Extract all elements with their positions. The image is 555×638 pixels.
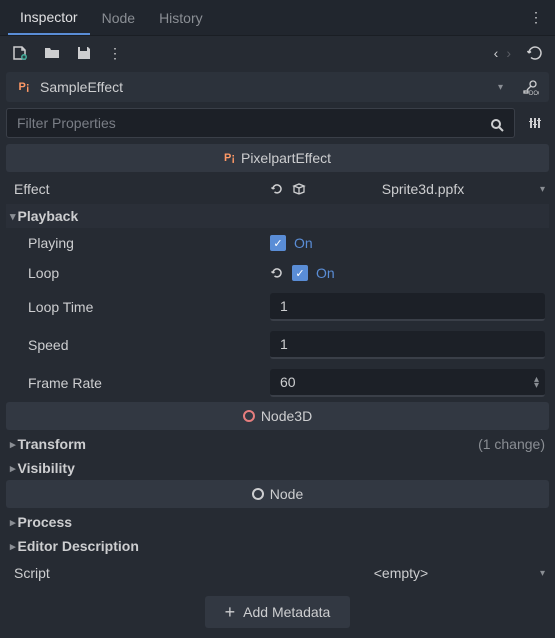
- effect-label: Effect: [10, 181, 270, 197]
- chevron-right-icon: ▸: [10, 516, 16, 529]
- revert-icon[interactable]: [270, 266, 284, 280]
- open-folder-icon[interactable]: [44, 45, 60, 61]
- tab-bar: Inspector Node History ⋮: [0, 0, 555, 36]
- tab-history[interactable]: History: [147, 2, 215, 34]
- tab-inspector[interactable]: Inspector: [8, 1, 90, 35]
- script-value[interactable]: <empty>: [270, 565, 532, 581]
- script-label: Script: [10, 565, 270, 581]
- playing-checkbox[interactable]: ✓: [270, 235, 286, 251]
- visibility-label: Visibility: [18, 460, 75, 476]
- speed-input[interactable]: [270, 331, 545, 359]
- pixelpart-icon: P¡: [224, 152, 235, 164]
- node3d-icon: [243, 410, 255, 422]
- playing-state: On: [294, 235, 313, 251]
- transform-change: (1 change): [478, 436, 545, 452]
- category-editor-desc[interactable]: ▸ Editor Description: [6, 534, 549, 558]
- prop-script: Script <empty> ▾: [6, 558, 549, 588]
- chevron-right-icon: ▸: [10, 438, 16, 451]
- prop-frame-rate: Frame Rate ▴▾: [6, 364, 549, 402]
- add-metadata-button[interactable]: + Add Metadata: [205, 596, 351, 628]
- transform-label: Transform: [18, 436, 86, 452]
- prop-speed: Speed: [6, 326, 549, 364]
- resource-icon[interactable]: [292, 182, 306, 196]
- loop-time-input[interactable]: [270, 293, 545, 321]
- filter-settings-icon[interactable]: [521, 111, 549, 135]
- tab-node[interactable]: Node: [90, 2, 147, 34]
- add-metadata-label: Add Metadata: [243, 604, 330, 620]
- filter-input[interactable]: [6, 108, 515, 138]
- spinner-icon[interactable]: ▴▾: [534, 377, 539, 389]
- editor-desc-label: Editor Description: [18, 538, 139, 554]
- section-node: Node: [6, 480, 549, 508]
- node-selector[interactable]: P¡ SampleEffect ▾ DOC: [6, 72, 549, 102]
- prop-effect: Effect Sprite3d.ppfx ▾: [6, 174, 549, 204]
- effect-value[interactable]: Sprite3d.ppfx: [314, 181, 532, 197]
- playing-label: Playing: [10, 235, 270, 251]
- toolbar-menu-icon[interactable]: ⋮: [108, 45, 122, 62]
- frame-rate-label: Frame Rate: [10, 375, 270, 391]
- section-node3d: Node3D: [6, 402, 549, 430]
- category-transform[interactable]: ▸ Transform (1 change): [6, 432, 549, 456]
- chevron-right-icon: ▸: [10, 540, 16, 553]
- filter-row: [0, 104, 555, 142]
- section-node3d-label: Node3D: [261, 408, 312, 424]
- frame-rate-input[interactable]: [270, 369, 545, 397]
- prop-playing: Playing ✓ On: [6, 228, 549, 258]
- process-label: Process: [18, 514, 72, 530]
- search-icon[interactable]: [485, 113, 509, 137]
- chevron-down-icon: ▾: [10, 210, 16, 223]
- prop-loop-time: Loop Time: [6, 288, 549, 326]
- chevron-right-icon: ▸: [10, 462, 16, 475]
- plus-icon: +: [225, 605, 236, 619]
- speed-label: Speed: [10, 337, 270, 353]
- section-pixelpart-label: PixelpartEffect: [241, 150, 331, 166]
- category-playback[interactable]: ▾ Playback: [6, 204, 549, 228]
- new-file-icon[interactable]: [12, 45, 28, 61]
- prop-loop: Loop ✓ On: [6, 258, 549, 288]
- loop-time-label: Loop Time: [10, 299, 270, 315]
- nav-back-icon[interactable]: ‹: [494, 45, 499, 61]
- loop-state: On: [316, 265, 335, 281]
- category-visibility[interactable]: ▸ Visibility: [6, 456, 549, 480]
- section-node-label: Node: [270, 486, 303, 502]
- section-pixelpart: P¡ PixelpartEffect: [6, 144, 549, 172]
- svg-text:DOC: DOC: [529, 91, 539, 96]
- category-process[interactable]: ▸ Process: [6, 510, 549, 534]
- loop-label: Loop: [10, 265, 270, 281]
- chevron-down-icon: ▾: [498, 82, 503, 93]
- history-icon[interactable]: [527, 45, 543, 61]
- save-icon[interactable]: [76, 45, 92, 61]
- loop-checkbox[interactable]: ✓: [292, 265, 308, 281]
- node-name: SampleEffect: [40, 79, 123, 95]
- nav-forward-icon: ›: [506, 45, 511, 61]
- tab-menu-icon[interactable]: ⋮: [525, 5, 547, 30]
- pixelpart-node-icon: P¡: [16, 79, 32, 95]
- toolbar: ⋮ ‹ ›: [0, 36, 555, 70]
- node-icon: [252, 488, 264, 500]
- chevron-down-icon[interactable]: ▾: [540, 184, 545, 195]
- chevron-down-icon[interactable]: ▾: [540, 568, 545, 579]
- revert-icon[interactable]: [270, 182, 284, 196]
- docs-icon[interactable]: DOC: [521, 78, 539, 96]
- playback-label: Playback: [18, 208, 79, 224]
